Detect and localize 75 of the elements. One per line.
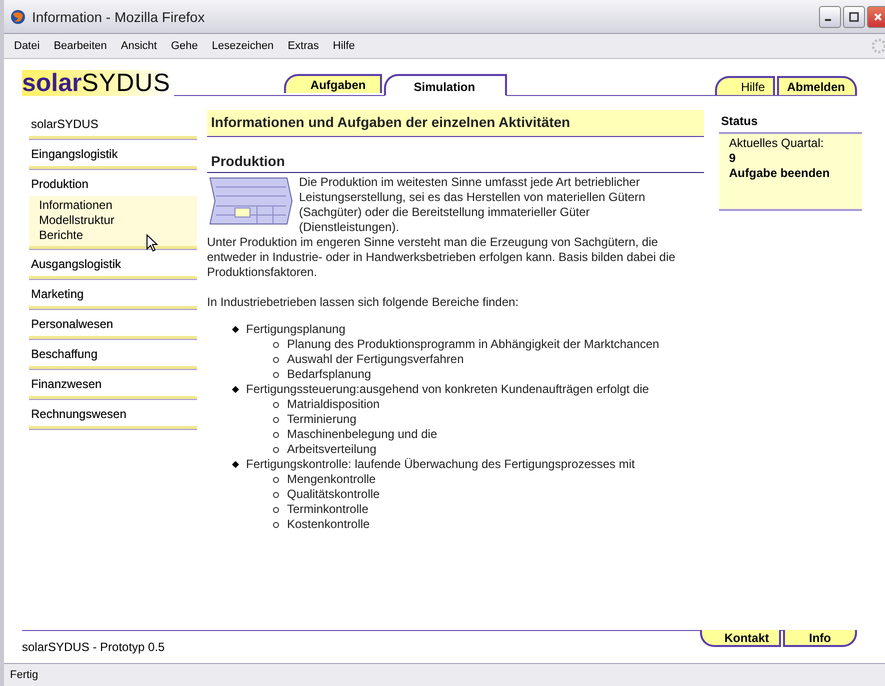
sidebar-item[interactable]: Finanzwesen	[29, 374, 197, 396]
bullet-icon	[273, 492, 279, 498]
list-item: Fertigungssteuerung:ausgehend von konkreten Kundenaufträgen erfolgt die	[246, 382, 649, 397]
bullet-icon	[273, 402, 279, 408]
tab[interactable]: Simulation	[384, 74, 508, 96]
logo: solarSYDUS	[22, 70, 174, 96]
bullet-icon	[273, 432, 279, 438]
list-item: Fertigungskontrolle: laufende Überwachung des Fertigungsprozesses mit	[246, 457, 635, 472]
menu-item[interactable]: Gehe	[170, 40, 198, 52]
menu-item[interactable]: Datei	[14, 40, 40, 52]
list-item: Matrialdisposition	[287, 397, 380, 412]
list-item: Kostenkontrolle	[287, 517, 370, 532]
menu-item[interactable]: Ansicht	[120, 40, 157, 52]
bullet-icon	[232, 386, 240, 394]
list-item: Mengenkontrolle	[287, 472, 376, 487]
list-item: Qualitätskontrolle	[287, 487, 380, 502]
paragraph: Unter Produktion im engeren Sinne versteht man die Erzeugung von Sachgütern, die entweder in Industrie- oder in Handwerksbetrieben erfolgen kann. Basis bilden dabei die Produktionsfaktoren.	[207, 235, 676, 280]
submenu-item[interactable]: Informationen	[39, 198, 187, 213]
list-item: Auswahl der Fertigungsverfahren	[287, 352, 464, 367]
list-item: Arbeitsverteilung	[287, 442, 376, 457]
sidebar-item[interactable]: Produktion	[29, 174, 197, 196]
menu-item[interactable]: Bearbeiten	[54, 40, 107, 52]
list-item: Terminkontrolle	[287, 502, 368, 517]
bullet-icon	[273, 372, 279, 378]
footer-link[interactable]: Info	[783, 630, 857, 647]
nav-link[interactable]: Abmelden	[776, 76, 857, 95]
submenu-item[interactable]: Modellstruktur	[39, 213, 187, 228]
sidebar-item[interactable]: Eingangslogistik	[29, 144, 197, 166]
sidebar-item[interactable]: Beschaffung	[29, 344, 197, 366]
bullet-icon	[232, 460, 240, 468]
close-icon	[873, 12, 883, 22]
menu-item[interactable]: Hilfe	[332, 40, 355, 52]
nav-link[interactable]: Hilfe	[714, 76, 775, 95]
bullet-icon	[273, 446, 279, 452]
sidebar-item[interactable]: Personalwesen	[29, 314, 197, 336]
bullet-icon	[273, 356, 279, 362]
sidebar-item[interactable]: Rechnungswesen	[29, 404, 197, 426]
window-title: Information - Mozilla Firefox	[32, 8, 206, 24]
browser-logo-icon	[10, 8, 26, 24]
list-item: Maschinenbelegung und die	[287, 427, 438, 442]
submenu-item[interactable]: Berichte	[39, 228, 187, 243]
quarter-value: 9	[729, 151, 737, 166]
maximize-icon	[849, 12, 859, 22]
bullet-icon	[273, 342, 279, 348]
intro-text: Die Produktion im weitesten Sinne umfasst jede Art betrieblicher Leistungserstellung, sei es das Herstellen von materiellen Gütern (Sachgüter) oder die Bereitstellung immaterieller Güter (Dienstleistungen).	[299, 175, 646, 235]
bullet-icon	[273, 416, 279, 422]
list-item: Bedarfsplanung	[287, 367, 372, 382]
finish-task-link[interactable]: Aufgabe beenden	[729, 166, 852, 181]
production-icon	[209, 177, 293, 225]
list-item: Terminierung	[287, 412, 356, 427]
close-button[interactable]	[867, 6, 885, 28]
minimize-icon	[825, 18, 831, 20]
footer-link[interactable]: Kontakt	[700, 630, 781, 647]
tab[interactable]: Aufgaben	[284, 74, 382, 93]
list-item: Planung des Produktionsprogramm in Abhängigkeit der Marktchancen	[287, 337, 660, 352]
menu-item[interactable]: Lesezeichen	[212, 40, 274, 52]
footer-text: solarSYDUS - Prototyp 0.5	[22, 640, 165, 654]
maximize-button[interactable]	[843, 6, 865, 28]
list-item: Fertigungsplanung	[246, 322, 346, 337]
section-heading: Produktion	[207, 137, 704, 173]
sidebar-item[interactable]: Marketing	[29, 284, 197, 306]
bullet-icon	[232, 326, 240, 334]
list-intro: In Industriebetrieben lassen sich folgende Bereiche finden:	[207, 295, 520, 310]
loading-indicator-icon	[871, 38, 885, 54]
bullet-icon	[273, 506, 279, 512]
status-bar-text: Fertig	[10, 669, 38, 681]
status-label: Aktuelles Quartal:	[729, 136, 825, 151]
sidebar-item[interactable]: Ausgangslogistik	[29, 254, 197, 276]
menu-item[interactable]: Extras	[288, 40, 319, 52]
sidebar-item[interactable]: solarSYDUS	[29, 114, 197, 136]
page-heading: Informationen und Aufgaben der einzelnen Aktivitäten	[207, 110, 704, 137]
bullet-icon	[273, 522, 279, 528]
bullet-icon	[273, 476, 279, 482]
mouse-pointer-icon	[146, 234, 158, 252]
minimize-button[interactable]	[819, 6, 841, 28]
